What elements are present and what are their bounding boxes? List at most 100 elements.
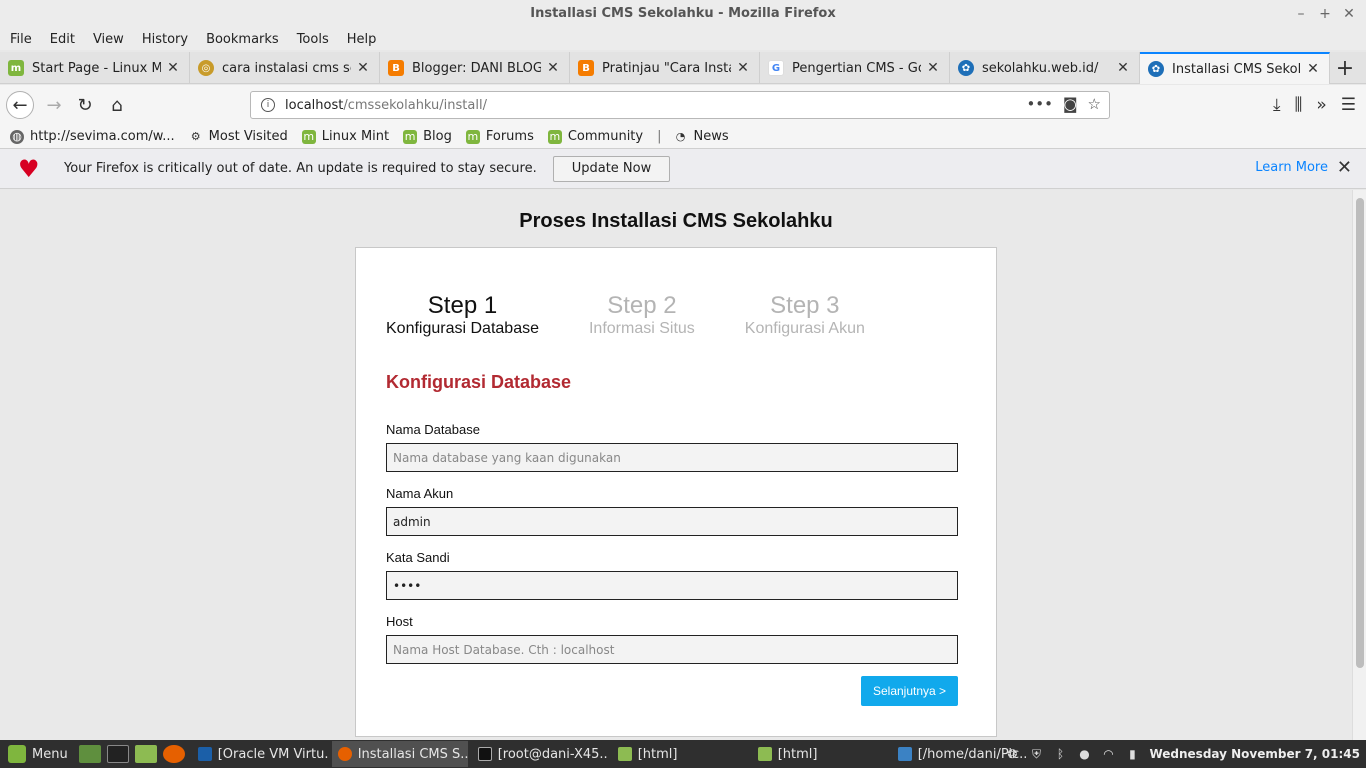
close-tab-icon[interactable]: ✕ <box>355 60 371 76</box>
page-actions-icon[interactable]: ••• <box>1026 95 1053 113</box>
close-tab-icon[interactable]: ✕ <box>545 60 561 76</box>
scrollbar-thumb[interactable] <box>1356 198 1364 668</box>
pocket-icon[interactable]: ◙ <box>1063 95 1078 113</box>
next-button[interactable]: Selanjutnya > <box>861 676 958 706</box>
close-tab-icon[interactable]: ✕ <box>735 60 751 76</box>
library-icon[interactable]: ⫼ <box>1295 95 1303 115</box>
bookmark-label: Community <box>567 129 644 144</box>
db-host-label: Host <box>386 614 413 629</box>
firefox-icon[interactable] <box>162 745 185 763</box>
page-title: Proses Installasi CMS Sekolahku <box>519 210 833 232</box>
linux-mint-icon <box>8 745 26 763</box>
url-host: localhost <box>285 97 344 113</box>
download-icon[interactable]: ⤓ <box>1273 95 1281 115</box>
step-2: Step 2 Informasi Situs <box>589 292 695 338</box>
bookmark-linux-mint[interactable]: m Linux Mint <box>301 129 390 144</box>
close-tab-icon[interactable]: ✕ <box>925 60 941 76</box>
terminal-icon <box>477 747 492 761</box>
taskbar-window-html-2[interactable]: [html] <box>752 741 888 767</box>
reload-icon[interactable]: ↻ <box>71 91 99 119</box>
step-1: Step 1 Konfigurasi Database <box>386 292 539 338</box>
shield-icon[interactable]: ⛨ <box>1029 747 1043 761</box>
tab-bar: m Start Page - Linux Mint ✕ ◎ cara insta… <box>0 52 1366 84</box>
tab-cara-instalasi[interactable]: ◎ cara instalasi cms seko ✕ <box>190 52 380 84</box>
bookmark-sevima[interactable]: ◍ http://sevima.com/w... <box>10 129 175 144</box>
db-user-input[interactable] <box>386 507 958 536</box>
db-host-input[interactable] <box>386 635 958 664</box>
hamburger-menu-icon[interactable]: ☰ <box>1341 95 1356 115</box>
show-desktop-icon[interactable] <box>78 745 101 763</box>
close-tab-icon[interactable]: ✕ <box>1115 60 1131 76</box>
bookmark-blog[interactable]: m Blog <box>403 129 452 144</box>
field-db-user: Nama Akun <box>386 486 958 536</box>
db-pass-input[interactable] <box>386 571 958 600</box>
bluetooth-icon[interactable]: ᛒ <box>1053 747 1067 761</box>
close-window-icon[interactable]: ✕ <box>1340 0 1358 28</box>
sekolahku-icon: ✿ <box>1148 61 1164 77</box>
taskbar-window-virtualbox[interactable]: [Oracle VM Virtu... <box>192 741 328 767</box>
rss-icon: ◔ <box>675 130 686 143</box>
system-taskbar: Menu [Oracle VM Virtu... Installasi CMS … <box>0 740 1366 768</box>
overflow-chevron-icon[interactable]: » <box>1316 95 1326 115</box>
menu-history[interactable]: History <box>142 32 188 47</box>
menu-file[interactable]: File <box>10 32 32 47</box>
menu-bookmarks[interactable]: Bookmarks <box>206 32 279 47</box>
update-notification-bar: ♥ Your Firefox is critically out of date… <box>0 149 1366 189</box>
navigation-toolbar: ← → ↻ ⌂ i localhost/cmssekolahku/install… <box>0 85 1366 125</box>
tab-pratinjau[interactable]: B Pratinjau "Cara Installa ✕ <box>570 52 760 84</box>
minimize-icon[interactable]: – <box>1292 0 1310 28</box>
close-tab-icon[interactable]: ✕ <box>1305 61 1321 77</box>
swirl-icon[interactable]: ❂ <box>1005 747 1019 761</box>
bookmark-label: Linux Mint <box>321 129 390 144</box>
start-menu-label: Menu <box>32 746 68 762</box>
taskbar-window-title: [root@dani-X45... <box>497 746 608 762</box>
new-tab-icon[interactable]: + <box>1330 52 1360 84</box>
tab-installasi-cms[interactable]: ✿ Installasi CMS Sekolahk ✕ <box>1140 52 1330 84</box>
heart-pulse-icon: ♥ <box>18 154 40 183</box>
page-scrollbar[interactable] <box>1352 190 1366 740</box>
db-name-input[interactable] <box>386 443 958 472</box>
terminal-icon[interactable] <box>106 745 129 763</box>
bookmark-community[interactable]: m Community <box>547 129 644 144</box>
menu-edit[interactable]: Edit <box>50 32 75 47</box>
tab-pengertian-cms[interactable]: G Pengertian CMS - Goog ✕ <box>760 52 950 84</box>
menu-view[interactable]: View <box>93 32 124 47</box>
bookmark-news[interactable]: ◔ News <box>674 129 729 144</box>
field-db-host: Host <box>386 614 958 664</box>
google-icon: G <box>768 60 784 76</box>
linux-mint-icon: m <box>547 129 562 144</box>
maximize-icon[interactable]: + <box>1316 0 1334 28</box>
clock[interactable]: Wednesday November 7, 01:45 <box>1149 747 1360 761</box>
close-notification-icon[interactable]: ✕ <box>1337 157 1352 178</box>
bookmark-star-icon[interactable]: ☆ <box>1088 95 1101 113</box>
step-3: Step 3 Konfigurasi Akun <box>745 292 865 338</box>
tab-title: Pengertian CMS - Goog <box>792 60 921 76</box>
bookmark-most-visited[interactable]: ⚙ Most Visited <box>189 129 288 144</box>
tab-blogger[interactable]: B Blogger: DANI BLOG - C ✕ <box>380 52 570 84</box>
user-icon[interactable]: ● <box>1077 747 1091 761</box>
taskbar-window-terminal[interactable]: [root@dani-X45... <box>472 741 608 767</box>
bookmark-forums[interactable]: m Forums <box>465 129 534 144</box>
update-now-button[interactable]: Update Now <box>552 155 671 182</box>
url-bar[interactable]: i localhost/cmssekolahku/install/ ••• ◙ … <box>250 91 1110 119</box>
back-icon[interactable]: ← <box>6 91 34 119</box>
tab-start-page[interactable]: m Start Page - Linux Mint ✕ <box>0 52 190 84</box>
wifi-icon[interactable]: ◠ <box>1101 747 1115 761</box>
forward-icon[interactable]: → <box>40 91 68 119</box>
taskbar-window-html-1[interactable]: [html] <box>612 741 748 767</box>
install-steps: Step 1 Konfigurasi Database Step 2 Infor… <box>386 292 946 338</box>
tab-sekolahku[interactable]: ✿ sekolahku.web.id/ ✕ <box>950 52 1140 84</box>
battery-icon[interactable]: ▮ <box>1125 747 1139 761</box>
taskbar-window-firefox[interactable]: Installasi CMS S... <box>331 741 468 767</box>
info-icon[interactable]: i <box>261 98 275 112</box>
menu-help[interactable]: Help <box>347 32 377 47</box>
bookmark-label: Most Visited <box>208 129 288 144</box>
home-icon[interactable]: ⌂ <box>103 91 131 119</box>
close-tab-icon[interactable]: ✕ <box>165 60 181 76</box>
url-actions: ••• ◙ ☆ <box>1026 95 1101 113</box>
start-menu-button[interactable]: Menu <box>0 740 76 768</box>
url-path: /cmssekolahku/install/ <box>343 97 487 113</box>
learn-more-link[interactable]: Learn More <box>1255 160 1328 175</box>
menu-tools[interactable]: Tools <box>297 32 329 47</box>
folder-icon[interactable] <box>134 745 157 763</box>
